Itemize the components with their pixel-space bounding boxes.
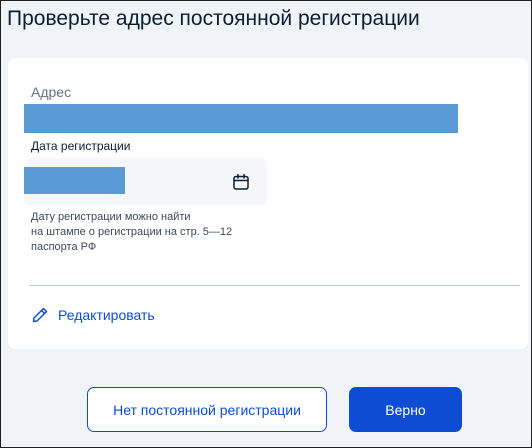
confirm-button[interactable]: Верно: [349, 387, 462, 432]
pencil-icon: [32, 307, 48, 323]
address-value-redacted: [24, 104, 458, 133]
calendar-icon[interactable]: [232, 173, 250, 191]
hint-line: паспорта РФ: [31, 241, 97, 253]
registration-date-value-redacted: [24, 167, 125, 194]
no-registration-button[interactable]: Нет постоянной регистрации: [87, 387, 327, 432]
registration-date-label: Дата регистрации: [31, 139, 131, 153]
screen-frame: Проверьте адрес постоянной регистрации А…: [0, 0, 532, 448]
registration-date-field[interactable]: [24, 158, 267, 205]
page-title: Проверьте адрес постоянной регистрации: [7, 7, 420, 30]
address-label: Адрес: [31, 84, 72, 100]
address-card: Адрес Дата регистрации Дату регистрации …: [8, 58, 528, 349]
hint-line: на штампе о регистрации на стр. 5—12: [31, 226, 233, 238]
registration-date-hint: Дату регистрации можно найти на штампе о…: [31, 210, 232, 255]
edit-link-label: Редактировать: [58, 307, 155, 323]
edit-address-link[interactable]: Редактировать: [31, 306, 155, 324]
divider: [29, 285, 520, 286]
hint-line: Дату регистрации можно найти: [31, 211, 191, 223]
